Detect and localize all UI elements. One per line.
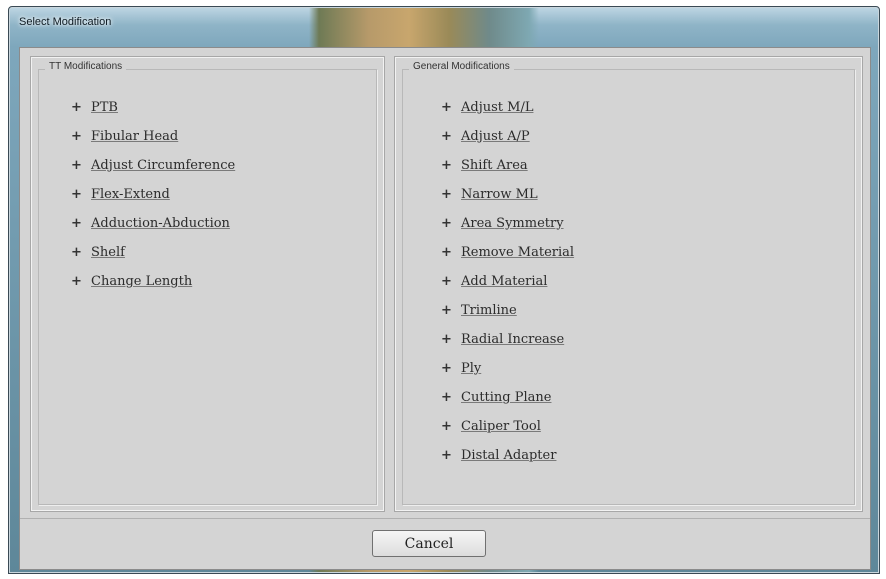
- gen-link-adjust-ml[interactable]: Adjust M/L: [461, 100, 533, 115]
- gen-link-adjust-ap[interactable]: Adjust A/P: [461, 129, 530, 144]
- gen-link-ply[interactable]: Ply: [461, 361, 481, 376]
- tt-link-fibular-head[interactable]: Fibular Head: [91, 129, 178, 144]
- tt-link-adduction-abduction[interactable]: Adduction-Abduction: [91, 216, 230, 231]
- tt-link-shelf[interactable]: Shelf: [91, 245, 125, 260]
- gen-link-shift-area[interactable]: Shift Area: [461, 158, 528, 173]
- plus-icon: +: [71, 187, 82, 202]
- plus-icon: +: [441, 448, 452, 463]
- general-modifications-list: + Adjust M/L + Adjust A/P + Shift Area + Nar…: [441, 97, 574, 474]
- gen-link-narrow-ml[interactable]: Narrow ML: [461, 187, 538, 202]
- general-modifications-legend: General Modifications: [409, 61, 514, 72]
- gen-link-distal-adapter[interactable]: Distal Adapter: [461, 448, 556, 463]
- list-item: + Adduction-Abduction: [71, 213, 235, 242]
- list-item: + Distal Adapter: [441, 445, 574, 474]
- gen-link-area-symmetry[interactable]: Area Symmetry: [461, 216, 564, 231]
- list-item: + Flex-Extend: [71, 184, 235, 213]
- list-item: + Change Length: [71, 271, 235, 300]
- list-item: + Ply: [441, 358, 574, 387]
- plus-icon: +: [441, 390, 452, 405]
- plus-icon: +: [441, 361, 452, 376]
- plus-icon: +: [71, 158, 82, 173]
- list-item: + Remove Material: [441, 242, 574, 271]
- footer-divider: [20, 518, 870, 519]
- list-item: + Fibular Head: [71, 126, 235, 155]
- plus-icon: +: [441, 303, 452, 318]
- list-item: + Shelf: [71, 242, 235, 271]
- list-item: + PTB: [71, 97, 235, 126]
- list-item: + Adjust A/P: [441, 126, 574, 155]
- list-item: + Caliper Tool: [441, 416, 574, 445]
- plus-icon: +: [441, 158, 452, 173]
- window-title: Select Modification: [19, 16, 112, 28]
- dialog-window: Select Modification TT Modifications + PT…: [8, 6, 880, 574]
- gen-link-cutting-plane[interactable]: Cutting Plane: [461, 390, 551, 405]
- plus-icon: +: [441, 100, 452, 115]
- list-item: + Radial Increase: [441, 329, 574, 358]
- tt-link-flex-extend[interactable]: Flex-Extend: [91, 187, 170, 202]
- gen-link-add-material[interactable]: Add Material: [461, 274, 547, 289]
- plus-icon: +: [71, 274, 82, 289]
- list-item: + Adjust Circumference: [71, 155, 235, 184]
- tt-modifications-legend: TT Modifications: [45, 61, 127, 72]
- gen-link-radial-increase[interactable]: Radial Increase: [461, 332, 564, 347]
- plus-icon: +: [441, 187, 452, 202]
- plus-icon: +: [441, 245, 452, 260]
- plus-icon: +: [441, 332, 452, 347]
- gen-link-trimline[interactable]: Trimline: [461, 303, 517, 318]
- plus-icon: +: [71, 216, 82, 231]
- gen-link-caliper-tool[interactable]: Caliper Tool: [461, 419, 541, 434]
- plus-icon: +: [441, 216, 452, 231]
- tt-link-change-length[interactable]: Change Length: [91, 274, 192, 289]
- plus-icon: +: [441, 274, 452, 289]
- tt-modifications-list: + PTB + Fibular Head + Adjust Circumference…: [71, 97, 235, 300]
- list-item: + Add Material: [441, 271, 574, 300]
- plus-icon: +: [71, 245, 82, 260]
- list-item: + Shift Area: [441, 155, 574, 184]
- gen-link-remove-material[interactable]: Remove Material: [461, 245, 574, 260]
- tt-link-ptb[interactable]: PTB: [91, 100, 118, 115]
- plus-icon: +: [71, 129, 82, 144]
- list-item: + Adjust M/L: [441, 97, 574, 126]
- list-item: + Narrow ML: [441, 184, 574, 213]
- list-item: + Cutting Plane: [441, 387, 574, 416]
- tt-modifications-panel: TT Modifications + PTB + Fibular Head + Adj…: [30, 56, 385, 512]
- plus-icon: +: [441, 419, 452, 434]
- list-item: + Trimline: [441, 300, 574, 329]
- general-modifications-panel: General Modifications + Adjust M/L + Adjus…: [394, 56, 863, 512]
- cancel-button[interactable]: Cancel: [372, 530, 486, 557]
- tt-link-adjust-circumference[interactable]: Adjust Circumference: [91, 158, 235, 173]
- title-bar[interactable]: Select Modification: [9, 7, 879, 37]
- plus-icon: +: [441, 129, 452, 144]
- list-item: + Area Symmetry: [441, 213, 574, 242]
- dialog-client-area: TT Modifications + PTB + Fibular Head + Adj…: [19, 47, 871, 570]
- plus-icon: +: [71, 100, 82, 115]
